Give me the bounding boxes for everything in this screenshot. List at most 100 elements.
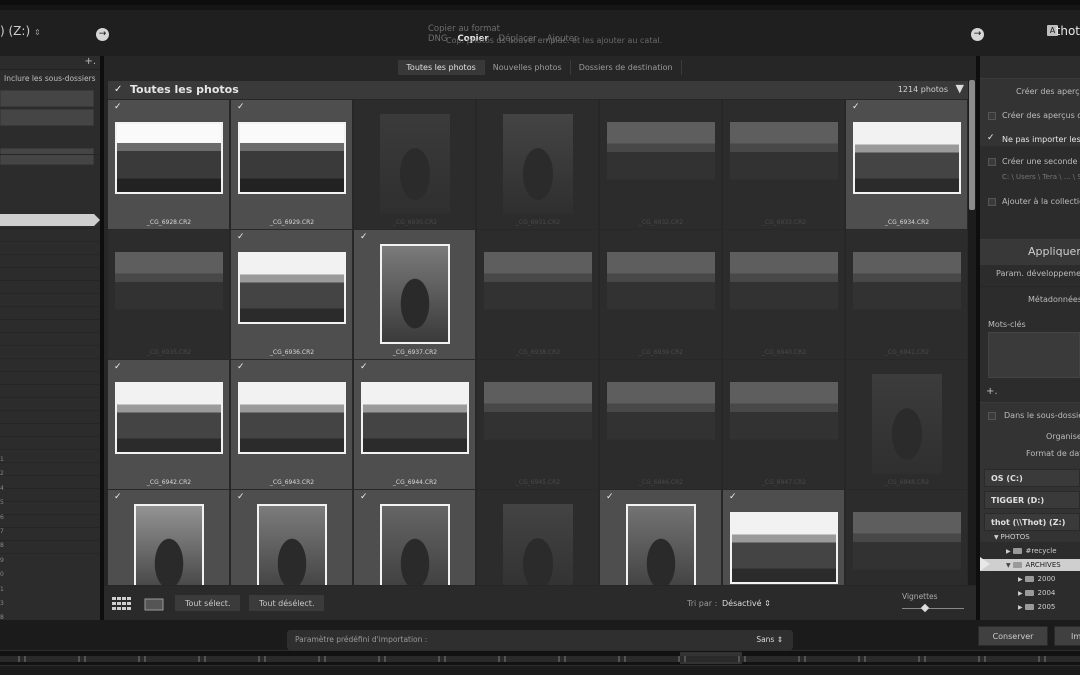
source-list-item[interactable]: 8 <box>0 542 4 549</box>
add-to-collection-checkbox[interactable] <box>988 198 996 206</box>
folder-item[interactable]: ▼ PHOTOS <box>980 533 1080 541</box>
triangle-right-icon[interactable]: ▶ <box>1018 590 1025 597</box>
photo-thumbnail[interactable]: ✓ <box>723 490 845 585</box>
triangle-down-icon[interactable]: ▼ <box>956 82 964 95</box>
folder-item[interactable]: ▶ 2000 <box>980 575 1080 583</box>
checkmark-icon[interactable]: ✓ <box>114 102 122 112</box>
photo-thumbnail[interactable]: ✓ _CG_6937.CR2 <box>354 230 476 360</box>
create-previews-label[interactable]: Créer des aperçus <box>1016 87 1080 96</box>
sort-selector[interactable]: Désactivé ⇕ <box>722 599 771 608</box>
photo-thumbnail[interactable]: ✓ <box>600 490 722 585</box>
photo-thumbnail[interactable]: _CG_6945.CR2 <box>477 360 599 490</box>
keep-button[interactable]: Conserver <box>978 626 1048 646</box>
photo-thumbnail[interactable]: _CG_6940.CR2 <box>723 230 845 360</box>
photo-thumbnail[interactable]: _CG_6948.CR2 <box>846 360 968 490</box>
scrollbar-thumb[interactable] <box>969 80 975 210</box>
destination-label[interactable]: thot <box>1056 24 1080 38</box>
plus-icon[interactable]: +. <box>84 56 96 67</box>
arrow-right-icon[interactable]: → <box>971 28 984 41</box>
drive-os-c[interactable]: OS (C:) <box>984 469 1080 487</box>
photo-thumbnail[interactable]: _CG_6946.CR2 <box>600 360 722 490</box>
develop-settings-label[interactable]: Param. développement <box>996 269 1080 278</box>
triangle-down-icon[interactable]: ▼ <box>1006 562 1013 569</box>
photo-thumbnail[interactable]: ✓ _CG_6942.CR2 <box>108 360 230 490</box>
checkmark-icon[interactable]: ✓ <box>237 362 245 372</box>
source-selected-item[interactable] <box>0 214 100 226</box>
subfolder-checkbox[interactable] <box>988 412 996 420</box>
loupe-view-icon[interactable] <box>144 596 164 611</box>
checkmark-icon[interactable]: ✓ <box>729 492 737 502</box>
photo-thumbnail[interactable]: ✓ _CG_6944.CR2 <box>354 360 476 490</box>
photo-thumbnail[interactable]: ✓ <box>108 490 230 585</box>
photo-thumbnail[interactable] <box>846 490 968 585</box>
photo-thumbnail[interactable]: ✓ _CG_6943.CR2 <box>231 360 353 490</box>
photo-thumbnail[interactable]: _CG_6939.CR2 <box>600 230 722 360</box>
plus-icon[interactable]: +. <box>986 386 998 397</box>
second-copy-checkbox[interactable] <box>988 158 996 166</box>
photo-thumbnail[interactable]: ✓ _CG_6928.CR2 <box>108 100 230 230</box>
keywords-input[interactable] <box>988 332 1080 378</box>
checkmark-icon[interactable]: ✓ <box>987 133 995 143</box>
source-list-item[interactable]: 2 <box>0 470 4 477</box>
folder-item[interactable]: ▶ 2004 <box>980 589 1080 597</box>
photo-thumbnail[interactable]: _CG_6935.CR2 <box>108 230 230 360</box>
drive-tigger-d[interactable]: TIGGER (D:) <box>984 491 1080 509</box>
checkmark-icon[interactable]: ✓ <box>114 492 122 502</box>
source-button[interactable] <box>0 148 94 165</box>
source-list-item[interactable]: 7 <box>0 528 4 535</box>
source-list-item[interactable]: 6 <box>0 514 4 521</box>
import-preset-selector[interactable]: Paramètre prédéfini d'importation : Sans… <box>287 630 793 650</box>
source-button[interactable] <box>0 109 94 126</box>
photo-thumbnail[interactable]: ✓ <box>354 490 476 585</box>
source-list-item[interactable]: 5 <box>0 499 4 506</box>
photo-thumbnail[interactable]: _CG_6931.CR2 <box>477 100 599 230</box>
folder-item[interactable]: ▶ 2005 <box>980 603 1080 611</box>
source-selector[interactable]: ) (Z:) ⇕ <box>0 24 41 38</box>
filmstrip[interactable] <box>0 650 1080 666</box>
photo-thumbnail[interactable] <box>477 490 599 585</box>
checkmark-icon[interactable]: ✓ <box>360 362 368 372</box>
slider-knob[interactable] <box>920 603 930 613</box>
photo-thumbnail[interactable]: _CG_6941.CR2 <box>846 230 968 360</box>
source-list-item[interactable]: 1 <box>0 586 4 593</box>
triangle-right-icon[interactable]: ▶ <box>1018 604 1025 611</box>
source-button[interactable] <box>0 90 94 107</box>
tab-destination-folders[interactable]: Dossiers de destination <box>571 60 682 75</box>
checkmark-icon[interactable]: ✓ <box>852 102 860 112</box>
photo-thumbnail[interactable]: _CG_6933.CR2 <box>723 100 845 230</box>
source-list-item[interactable]: 1 <box>0 456 4 463</box>
photo-thumbnail[interactable]: _CG_6938.CR2 <box>477 230 599 360</box>
grid-scrollbar[interactable] <box>968 80 976 585</box>
photo-thumbnail[interactable]: _CG_6932.CR2 <box>600 100 722 230</box>
metadata-label[interactable]: Métadonnées <box>1028 295 1080 304</box>
tab-new-photos[interactable]: Nouvelles photos <box>485 60 571 75</box>
source-list-item[interactable]: 4 <box>0 485 4 492</box>
drive-thot-z[interactable]: thot (\\Thot) (Z:) <box>984 513 1080 531</box>
folder-item[interactable]: ▼ ARCHIVES <box>980 561 1080 569</box>
photo-thumbnail[interactable]: ✓ _CG_6929.CR2 <box>231 100 353 230</box>
thumbnail-size-slider[interactable] <box>902 608 964 609</box>
deselect-all-button[interactable]: Tout désélect. <box>248 594 326 612</box>
photo-thumbnail[interactable]: _CG_6947.CR2 <box>723 360 845 490</box>
photo-thumbnail[interactable]: ✓ <box>231 490 353 585</box>
source-list-item[interactable]: 9 <box>0 557 4 564</box>
checkmark-icon[interactable]: ✓ <box>114 85 122 95</box>
checkmark-icon[interactable]: ✓ <box>114 362 122 372</box>
checkmark-icon[interactable]: ✓ <box>237 102 245 112</box>
source-list-item[interactable]: 3 <box>0 600 4 607</box>
arrow-right-icon[interactable]: → <box>96 28 109 41</box>
checkmark-icon[interactable]: ✓ <box>360 232 368 242</box>
checkmark-icon[interactable]: ✓ <box>237 232 245 242</box>
checkmark-icon[interactable]: ✓ <box>360 492 368 502</box>
source-list-item[interactable]: 0 <box>0 571 4 578</box>
include-subfolders-row[interactable]: Inclure les sous-dossiers <box>0 70 100 88</box>
photo-thumbnail[interactable]: ✓ _CG_6936.CR2 <box>231 230 353 360</box>
smart-previews-checkbox[interactable] <box>988 112 996 120</box>
triangle-right-icon[interactable]: ▶ <box>1018 576 1025 583</box>
select-all-button[interactable]: Tout sélect. <box>174 594 242 612</box>
triangle-right-icon[interactable]: ▶ <box>1006 548 1013 555</box>
import-button[interactable]: Im <box>1054 626 1080 646</box>
grid-view-icon[interactable] <box>112 596 132 610</box>
photo-thumbnail[interactable]: ✓ _CG_6934.CR2 <box>846 100 968 230</box>
tab-all-photos[interactable]: Toutes les photos <box>398 60 485 75</box>
